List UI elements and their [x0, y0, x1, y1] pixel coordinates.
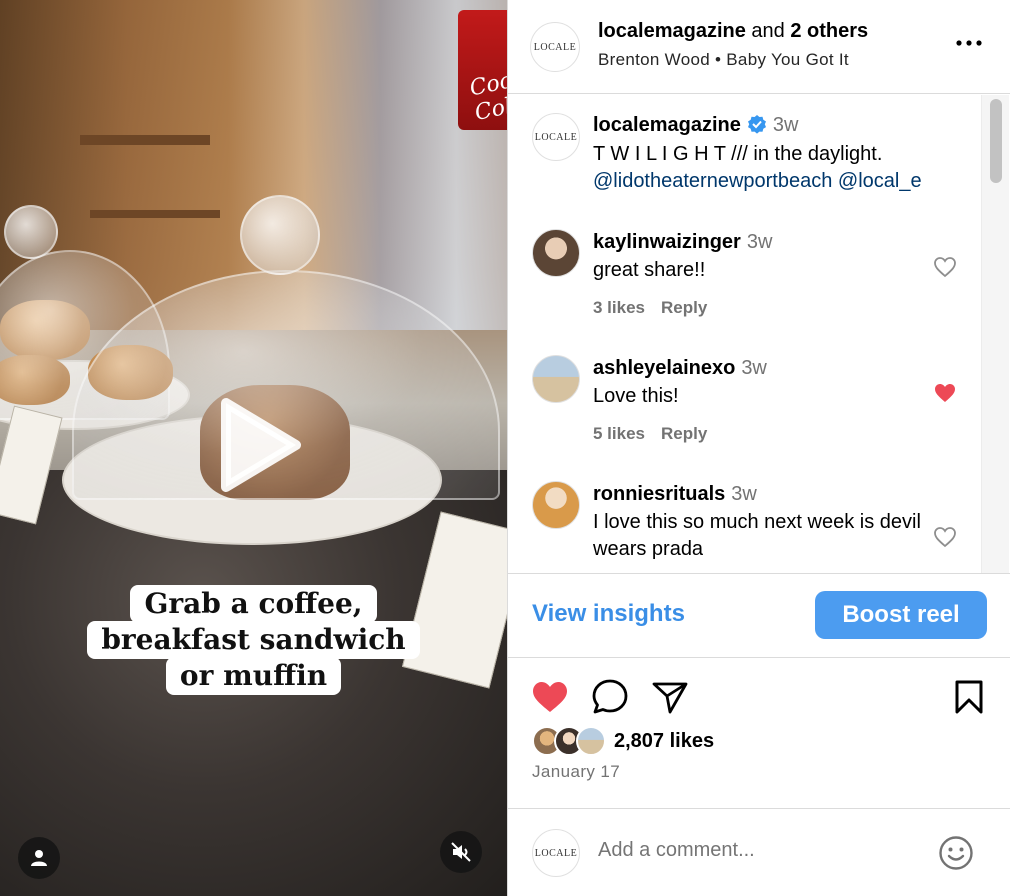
comments-section[interactable]: LOCALE localemagazine 3w T W I L I G H T…: [508, 95, 1010, 573]
caption-mentions[interactable]: @lidotheaternewportbeach @local_e: [593, 168, 922, 195]
comment-user: ashleyelainexo 3w: [593, 357, 767, 379]
comment-meta: 5 likes Reply: [593, 424, 707, 444]
soda-machine: Coca-Cola: [458, 10, 507, 130]
share-icon[interactable]: [650, 677, 690, 717]
comment-user: kaylinwaizinger 3w: [593, 231, 773, 253]
play-icon[interactable]: [208, 395, 308, 495]
caption-user: localemagazine 3w: [593, 114, 798, 137]
comment-username[interactable]: ronniesrituals: [593, 483, 725, 505]
emoji-icon[interactable]: [938, 835, 974, 871]
insights-bar: View insights Boost reel: [508, 573, 1010, 658]
comment-icon[interactable]: [590, 677, 630, 717]
scrollbar-thumb[interactable]: [990, 99, 1002, 183]
user-icon: [31, 850, 47, 866]
video-caption-line: or muffin: [0, 657, 507, 695]
caption-text: T W I L I G H T /// in the daylight. @li…: [593, 141, 922, 195]
comment-likes[interactable]: 5 likes: [593, 424, 645, 443]
caption-avatar[interactable]: LOCALE: [532, 113, 580, 161]
likes-count[interactable]: 2,807 likes: [614, 730, 714, 753]
comment-text: great share!!: [593, 259, 706, 281]
dome-knob: [4, 205, 58, 259]
author-username[interactable]: localemagazine: [598, 20, 746, 42]
comment-text: I love this so much next week is devil w…: [593, 511, 921, 560]
video-caption-line: breakfast sandwich: [0, 621, 507, 659]
comment-meta: 3 likes Reply: [593, 298, 707, 318]
current-user-avatar: LOCALE: [532, 829, 580, 877]
post-actions: 2,807 likes January 17: [508, 659, 1010, 799]
muted-speaker-icon: [451, 842, 471, 862]
commenter-avatar[interactable]: [532, 355, 580, 403]
post-authors: localemagazine and 2 others: [598, 20, 869, 42]
comment-input[interactable]: [598, 839, 918, 862]
commenter-avatar[interactable]: [532, 229, 580, 277]
tagged-people-button[interactable]: [18, 837, 60, 879]
post-details-panel: LOCALE localemagazine and 2 others Brent…: [507, 0, 1010, 896]
shelf: [80, 135, 210, 145]
view-insights-link[interactable]: View insights: [532, 600, 685, 628]
verified-badge-icon: [747, 115, 766, 134]
dome-knob: [240, 195, 320, 275]
audio-title[interactable]: Baby You Got It: [726, 50, 849, 69]
likes-summary[interactable]: 2,807 likes: [532, 726, 832, 758]
caption-username[interactable]: localemagazine: [593, 114, 741, 136]
audio-info[interactable]: Brenton Wood • Baby You Got It: [598, 50, 849, 70]
post-date: January 17: [532, 762, 621, 781]
reply-button[interactable]: Reply: [661, 424, 707, 443]
mute-button[interactable]: [440, 831, 482, 873]
comment-username[interactable]: ashleyelainexo: [593, 357, 735, 379]
heart-outline-icon[interactable]: [933, 255, 957, 279]
shelf: [90, 210, 220, 218]
reel-video[interactable]: Coca-Cola Grab a coffee, breakfast sandw…: [0, 0, 507, 896]
boost-reel-button[interactable]: Boost reel: [815, 591, 987, 639]
caption-time: 3w: [772, 114, 799, 136]
comment-text: Love this!: [593, 385, 679, 407]
reply-button[interactable]: Reply: [661, 298, 707, 317]
post-header: LOCALE localemagazine and 2 others Brent…: [508, 0, 1010, 94]
audio-artist[interactable]: Brenton Wood: [598, 50, 710, 69]
more-options-icon[interactable]: [956, 38, 982, 48]
save-bookmark-icon[interactable]: [949, 677, 989, 717]
liker-avatar: [576, 726, 606, 756]
commenter-avatar[interactable]: [532, 481, 580, 529]
comment-user: ronniesrituals 3w: [593, 483, 757, 505]
like-filled-icon[interactable]: [530, 677, 570, 717]
account-avatar[interactable]: LOCALE: [530, 22, 580, 72]
comments-scrollbar[interactable]: [981, 95, 1009, 573]
video-caption-line: Grab a coffee,: [0, 585, 507, 623]
heart-filled-icon[interactable]: [933, 381, 957, 405]
comment-likes[interactable]: 3 likes: [593, 298, 645, 317]
heart-outline-icon[interactable]: [933, 525, 957, 549]
add-comment-bar: LOCALE: [508, 808, 1010, 896]
collaborators-link[interactable]: 2 others: [790, 20, 868, 42]
comment-username[interactable]: kaylinwaizinger: [593, 231, 741, 253]
